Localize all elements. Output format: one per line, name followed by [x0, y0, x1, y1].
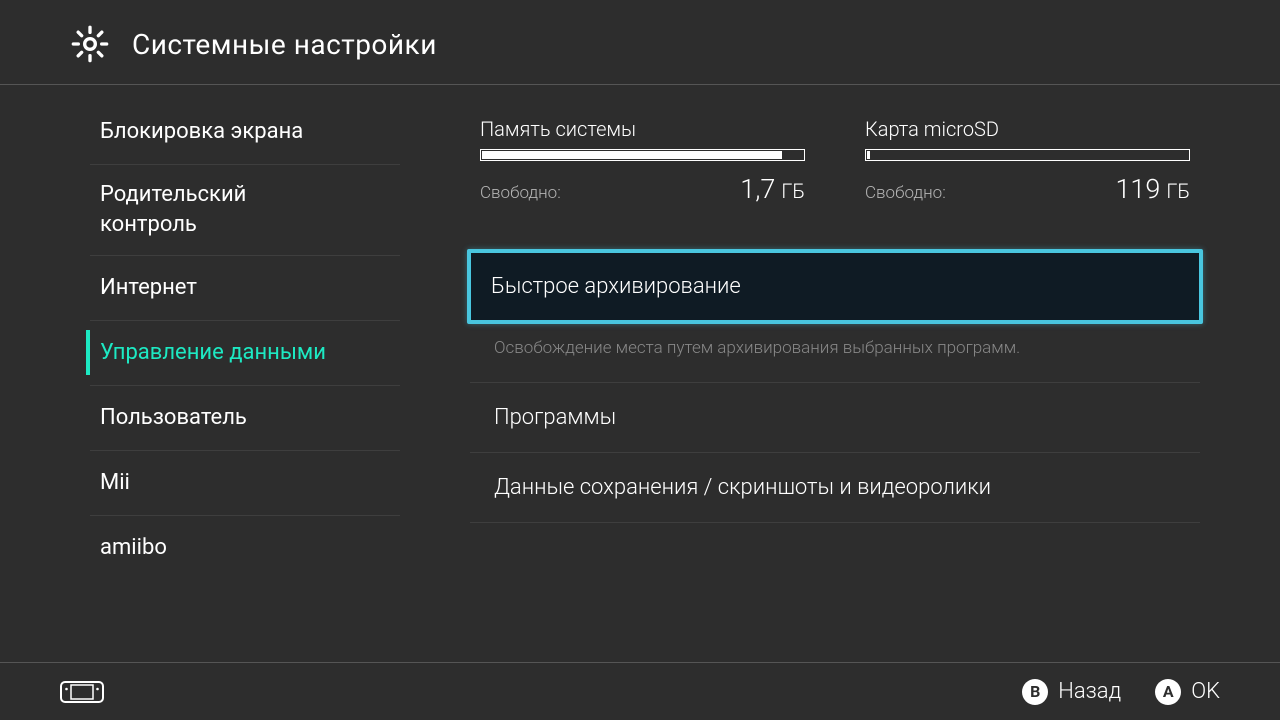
sidebar-item-label: Mii	[100, 470, 130, 495]
sidebar-item-mii[interactable]: Mii	[0, 450, 430, 515]
sidebar-item-label: Управление данными	[100, 340, 326, 365]
a-button-icon: A	[1155, 679, 1181, 705]
storage-sd-bar-fill	[867, 151, 870, 159]
page-title: Системные настройки	[132, 28, 437, 61]
storage-system-free-value: 1,7ГБ	[740, 173, 805, 205]
sidebar-item-label: Блокировка экрана	[100, 119, 303, 144]
sidebar-item-amiibo[interactable]: amiibo	[0, 515, 430, 580]
sidebar-item-user[interactable]: Пользователь	[0, 385, 430, 450]
option-label: Быстрое архивирование	[491, 274, 741, 299]
gear-icon	[70, 24, 110, 64]
hint-ok-label: OK	[1191, 679, 1220, 704]
hint-back-label: Назад	[1058, 679, 1121, 704]
storage-free-label: Свободно:	[865, 183, 946, 203]
sidebar-item-label: Родительский	[100, 182, 246, 207]
option-label: Данные сохранения / скриншоты и видеорол…	[494, 475, 991, 500]
storage-system-bar-fill	[482, 151, 782, 159]
storage-sd: Карта microSD Свободно: 119ГБ	[865, 117, 1190, 205]
console-icon	[60, 681, 104, 703]
b-button-icon: B	[1022, 679, 1048, 705]
storage-system-title: Память системы	[480, 117, 805, 141]
sidebar-item-internet[interactable]: Интернет	[0, 255, 430, 320]
option-quick-archive[interactable]: Быстрое архивирование	[467, 249, 1203, 324]
sidebar-item-parental[interactable]: Родительский контроль	[0, 164, 430, 255]
storage-system-bar	[480, 149, 805, 161]
sidebar-item-label: Пользователь	[100, 405, 247, 430]
sidebar-item-data-management[interactable]: Управление данными	[0, 320, 430, 385]
sidebar-item-screen-lock[interactable]: Блокировка экрана	[0, 99, 430, 164]
option-label: Программы	[494, 405, 616, 430]
sidebar: Блокировка экрана Родительский контроль …	[0, 85, 430, 662]
header: Системные настройки	[0, 0, 1280, 85]
main-panel: Память системы Свободно: 1,7ГБ Карта mic…	[430, 85, 1280, 662]
storage-sd-title: Карта microSD	[865, 117, 1190, 141]
storage-free-label: Свободно:	[480, 183, 561, 203]
sidebar-item-label: amiibo	[100, 535, 167, 560]
storage-sd-bar	[865, 149, 1190, 161]
option-save-data[interactable]: Данные сохранения / скриншоты и видеорол…	[470, 453, 1200, 523]
hint-ok[interactable]: A OK	[1155, 679, 1220, 705]
option-software[interactable]: Программы	[470, 383, 1200, 453]
storage-sd-free-value: 119ГБ	[1115, 173, 1190, 205]
storage-system: Память системы Свободно: 1,7ГБ	[480, 117, 805, 205]
footer: B Назад A OK	[0, 662, 1280, 720]
option-quick-archive-desc: Освобождение места путем архивирования в…	[470, 324, 1200, 383]
storage-row: Память системы Свободно: 1,7ГБ Карта mic…	[470, 117, 1200, 205]
sidebar-item-label: Интернет	[100, 275, 197, 300]
hint-back[interactable]: B Назад	[1022, 679, 1121, 705]
options-list: Быстрое архивирование Освобождение места…	[470, 249, 1200, 523]
sidebar-item-label: контроль	[100, 212, 197, 237]
